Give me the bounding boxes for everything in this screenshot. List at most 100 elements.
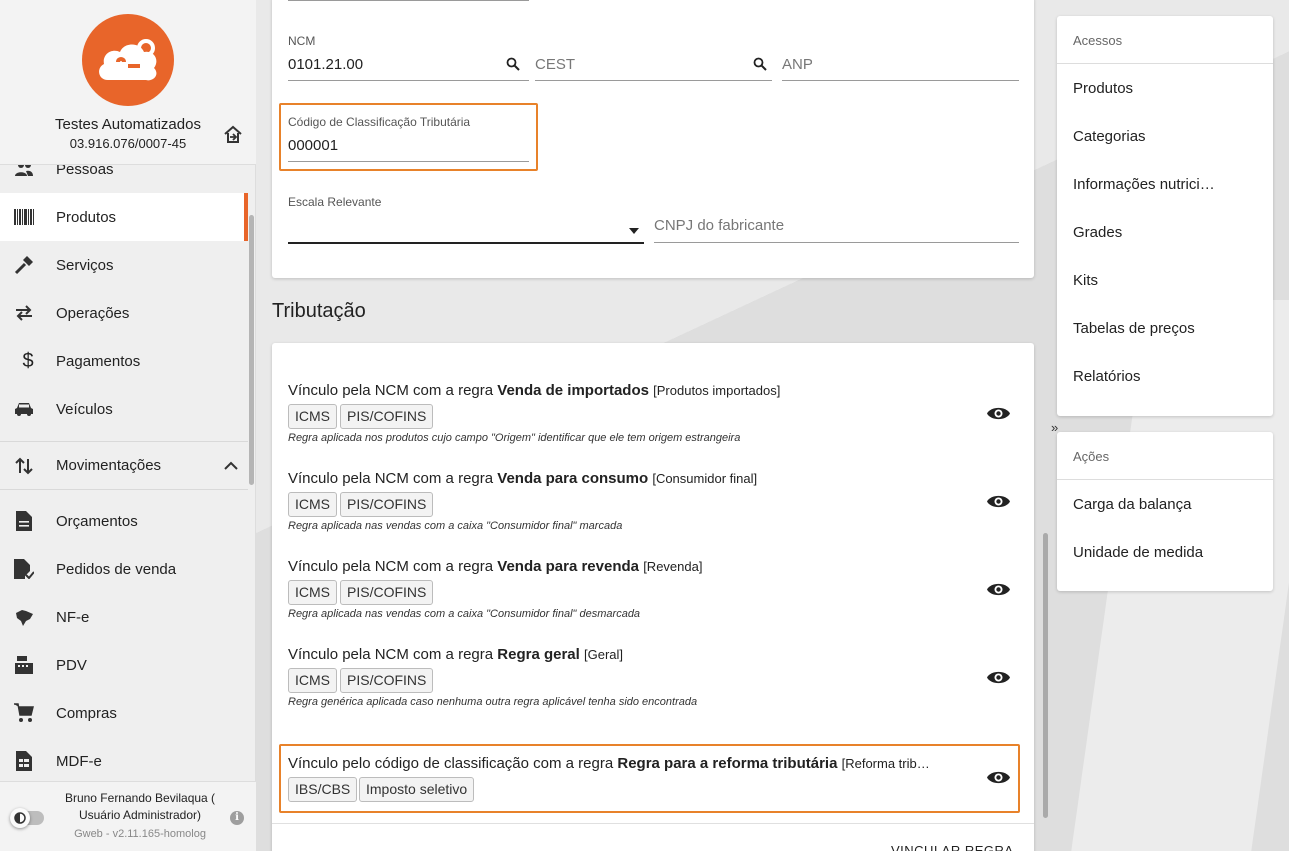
ncm-label: NCM bbox=[288, 34, 316, 48]
acessos-link-grades[interactable]: Grades bbox=[1073, 224, 1122, 241]
acoes-heading: Ações bbox=[1073, 449, 1110, 464]
sidebar-item-compras[interactable]: Compras bbox=[0, 689, 248, 737]
company-name: Testes Automatizados bbox=[55, 116, 201, 133]
sidebar-item-label: MDF-e bbox=[56, 752, 102, 770]
acoes-link-unidade-de-medida[interactable]: Unidade de medida bbox=[1073, 544, 1203, 561]
document-list-icon bbox=[0, 751, 56, 771]
tax-chip[interactable]: PIS/COFINS bbox=[340, 580, 434, 605]
cest-input[interactable]: CEST bbox=[535, 56, 575, 73]
sidebar-item-label: Veículos bbox=[56, 400, 113, 418]
acessos-link-categorias[interactable]: Categorias bbox=[1073, 128, 1146, 145]
cart-icon bbox=[0, 703, 56, 723]
sidebar-group-movimentacoes[interactable]: Movimentações bbox=[0, 441, 248, 490]
tax-chip[interactable]: ICMS bbox=[288, 668, 337, 693]
acessos-panel: Acessos Produtos Categorias Informações … bbox=[1057, 16, 1273, 416]
acessos-link-tabelas-de-precos[interactable]: Tabelas de preços bbox=[1073, 320, 1195, 337]
tax-chip[interactable]: ICMS bbox=[288, 492, 337, 517]
search-icon[interactable] bbox=[506, 57, 520, 76]
sidebar-item-label: PDV bbox=[56, 656, 87, 674]
switch-company-icon[interactable] bbox=[222, 124, 244, 151]
cnpj-fabricante-input[interactable]: CNPJ do fabricante bbox=[654, 217, 784, 234]
ncm-input[interactable]: 0101.21.00 bbox=[288, 56, 363, 73]
company-logo[interactable] bbox=[82, 14, 174, 106]
ncm-underline bbox=[288, 80, 529, 81]
sidebar-item-label: Orçamentos bbox=[56, 512, 138, 530]
chevron-up-icon[interactable] bbox=[224, 458, 238, 475]
document-check-icon bbox=[0, 559, 56, 579]
sidebar-item-pedidos-de-venda[interactable]: Pedidos de venda bbox=[0, 545, 248, 593]
sidebar-item-pessoas[interactable]: Pessoas bbox=[0, 165, 248, 193]
cct-highlight bbox=[279, 103, 538, 171]
sidebar-item-produtos[interactable]: Produtos bbox=[0, 193, 248, 241]
document-icon bbox=[0, 511, 56, 531]
theme-toggle[interactable] bbox=[10, 808, 44, 828]
rule-description: Regra aplicada nos produtos cujo campo "… bbox=[288, 432, 741, 444]
acessos-link-kits[interactable]: Kits bbox=[1073, 272, 1098, 289]
anp-input[interactable]: ANP bbox=[782, 56, 813, 73]
sidebar-item-servicos[interactable]: Serviços bbox=[0, 241, 248, 289]
sidebar-scrollbar[interactable] bbox=[249, 215, 254, 485]
acoes-link-carga-da-balanca[interactable]: Carga da balança bbox=[1073, 496, 1191, 513]
eye-icon[interactable] bbox=[987, 582, 1010, 602]
escala-select[interactable] bbox=[288, 242, 644, 244]
sidebar-item-label: Operações bbox=[56, 304, 130, 322]
tax-chip[interactable]: PIS/COFINS bbox=[340, 668, 434, 693]
eye-icon[interactable] bbox=[987, 494, 1010, 514]
sort-arrows-icon bbox=[0, 456, 56, 476]
car-icon bbox=[0, 401, 56, 417]
rule-title: Vínculo pela NCM com a regra Venda de im… bbox=[288, 382, 781, 399]
vincular-regra-button[interactable]: VINCULAR REGRA bbox=[891, 843, 1014, 851]
cash-register-icon bbox=[0, 655, 56, 675]
sidebar-item-label: Produtos bbox=[56, 208, 117, 226]
tax-chip[interactable]: ICMS bbox=[288, 404, 337, 429]
user-name: Bruno Fernando Bevilaqua ( Usuário Admin… bbox=[64, 791, 216, 822]
sidebar-item-label: NF-e bbox=[56, 608, 90, 626]
acessos-link-informacoes-nutricionais[interactable]: Informações nutrici… bbox=[1073, 176, 1215, 193]
rule-description: Regra aplicada nas vendas com a caixa "C… bbox=[288, 608, 641, 620]
eye-icon[interactable] bbox=[987, 406, 1010, 426]
sidebar: Testes Automatizados 03.916.076/0007-45 … bbox=[0, 0, 256, 851]
sidebar-header: Testes Automatizados 03.916.076/0007-45 bbox=[0, 0, 256, 165]
sidebar-item-orcamentos[interactable]: Orçamentos bbox=[0, 497, 248, 545]
escala-label: Escala Relevante bbox=[288, 195, 382, 209]
sidebar-menu: Pessoas Produtos Serviços Operações $ Pa… bbox=[0, 165, 256, 780]
section-title-tributacao: Tributação bbox=[272, 300, 366, 322]
sidebar-item-mdfe[interactable]: MDF-e bbox=[0, 737, 248, 780]
reforma-rule-highlight bbox=[279, 744, 1020, 813]
sidebar-item-label: Movimentações bbox=[56, 457, 162, 474]
rule-title: Vínculo pela NCM com a regra Regra geral… bbox=[288, 646, 623, 663]
sidebar-item-label: Compras bbox=[56, 704, 117, 722]
cnpj-underline bbox=[654, 242, 1019, 243]
cest-underline bbox=[535, 80, 772, 81]
sidebar-item-label: Pessoas bbox=[56, 165, 114, 178]
acessos-link-relatorios[interactable]: Relatórios bbox=[1073, 368, 1141, 385]
sidebar-item-veiculos[interactable]: Veículos bbox=[0, 385, 248, 433]
app-version: Gweb - v2.11.165-homolog bbox=[74, 828, 206, 840]
sidebar-item-nfe[interactable]: NF-e bbox=[0, 593, 248, 641]
tax-chip[interactable]: PIS/COFINS bbox=[340, 404, 434, 429]
tax-chip[interactable]: ICMS bbox=[288, 580, 337, 605]
dropdown-arrow-icon[interactable] bbox=[629, 221, 639, 239]
acessos-link-produtos[interactable]: Produtos bbox=[1073, 80, 1133, 97]
rule-description: Regra genérica aplicada caso nenhuma out… bbox=[288, 696, 698, 708]
rule-title: Vínculo pela NCM com a regra Venda para … bbox=[288, 558, 703, 575]
main-scrollbar[interactable] bbox=[1043, 533, 1048, 818]
company-document: 03.916.076/0007-45 bbox=[69, 136, 187, 151]
rule-title: Vínculo pela NCM com a regra Venda para … bbox=[288, 470, 758, 487]
swap-icon bbox=[0, 305, 56, 321]
tax-chip[interactable]: PIS/COFINS bbox=[340, 492, 434, 517]
previous-field-underline bbox=[288, 0, 529, 1]
acoes-panel: Ações Carga da balança Unidade de medida bbox=[1057, 432, 1273, 591]
divider bbox=[1057, 479, 1273, 480]
hammer-icon bbox=[0, 255, 56, 275]
search-icon[interactable] bbox=[753, 57, 767, 76]
sidebar-item-label: Serviços bbox=[56, 256, 114, 274]
sidebar-item-operacoes[interactable]: Operações bbox=[0, 289, 248, 337]
sidebar-item-pdv[interactable]: PDV bbox=[0, 641, 248, 689]
sidebar-item-pagamentos[interactable]: $ Pagamentos bbox=[0, 337, 248, 385]
people-icon bbox=[0, 165, 56, 179]
barcode-icon bbox=[0, 209, 56, 225]
eye-icon[interactable] bbox=[987, 670, 1010, 690]
sidebar-item-label: Pagamentos bbox=[56, 352, 141, 370]
info-icon[interactable]: i bbox=[230, 811, 244, 825]
